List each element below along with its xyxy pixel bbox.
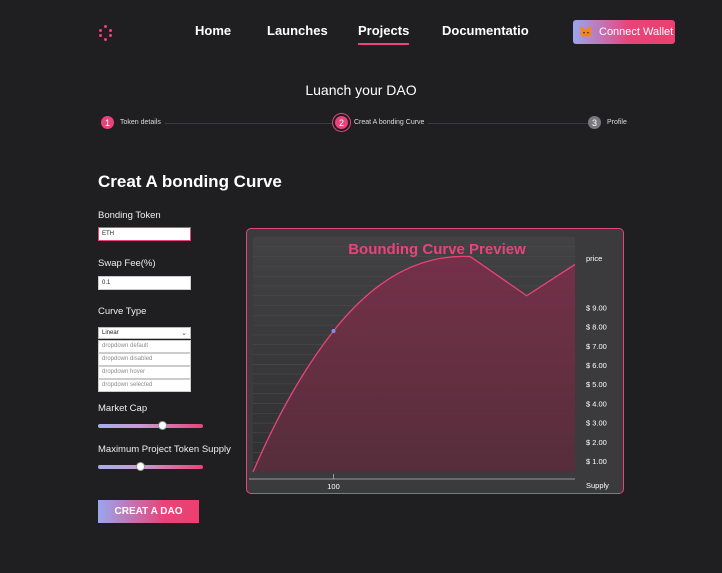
curve-type-value: Linear	[102, 330, 119, 336]
step-profile[interactable]: 3 Profile	[588, 116, 631, 129]
y-tick-label: $ 5.00	[586, 380, 607, 389]
nav-documentation[interactable]: Documentatio	[442, 23, 529, 38]
slider-thumb[interactable]	[136, 462, 146, 471]
step-token-details[interactable]: 1 Token details	[101, 116, 165, 129]
page-title: Luanch your DAO	[305, 82, 417, 98]
step-label: Token details	[120, 119, 161, 126]
curve-type-label: Curve Type	[98, 306, 147, 317]
dropdown-option[interactable]: dropdown selected	[98, 379, 191, 392]
section-title: Creat A bonding Curve	[98, 172, 282, 191]
step-label: Profile	[607, 119, 627, 126]
y-tick-label: $ 4.00	[586, 399, 607, 408]
bonding-token-input[interactable]: ETH	[98, 227, 191, 241]
dropdown-option[interactable]: dropdown disabled	[98, 353, 191, 366]
step-label: Creat A bonding Curve	[354, 119, 425, 126]
chart-title: Bounding Curve Preview	[348, 241, 526, 258]
swap-fee-input[interactable]: 0.1	[98, 276, 191, 290]
market-cap-label: Market Cap	[98, 403, 148, 414]
x-tick-label: 100	[327, 482, 340, 491]
bonding-curve-chart: Bounding Curve Preview price Supply 100 …	[246, 228, 624, 494]
nav-projects[interactable]: Projects	[358, 23, 410, 45]
chart-canvas: Bounding Curve Preview price Supply 100 …	[249, 237, 609, 491]
curve-type-select[interactable]: Linear ⌄	[98, 327, 191, 339]
x-axis-label: Supply	[586, 481, 609, 490]
step-number: 1	[101, 116, 114, 129]
y-tick-label: $ 6.00	[586, 361, 607, 370]
market-cap-slider[interactable]	[98, 421, 203, 430]
max-supply-label: Maximum Project Token Supply	[98, 444, 231, 455]
y-tick-label: $ 1.00	[586, 457, 607, 466]
create-dao-button[interactable]: CREAT A DAO	[98, 500, 199, 523]
y-axis-label: price	[586, 254, 602, 263]
y-tick-label: $ 9.00	[586, 303, 607, 312]
metamask-fox-icon	[580, 26, 592, 37]
logo-icon[interactable]	[98, 25, 114, 41]
chevron-down-icon: ⌄	[181, 330, 187, 337]
bonding-token-label: Bonding Token	[98, 210, 161, 221]
y-tick-label: $ 7.00	[586, 342, 607, 351]
step-number: 3	[588, 116, 601, 129]
highlight-point	[331, 329, 336, 333]
y-tick-label: $ 8.00	[586, 323, 607, 332]
step-bonding-curve[interactable]: 2 Creat A bonding Curve	[332, 116, 429, 129]
dropdown-option[interactable]: dropdown hover	[98, 366, 191, 379]
y-tick-label: $ 2.00	[586, 438, 607, 447]
max-supply-slider[interactable]	[98, 462, 203, 471]
nav-launches[interactable]: Launches	[267, 23, 328, 38]
step-number: 2	[335, 116, 348, 129]
y-tick-label: $ 3.00	[586, 419, 607, 428]
connect-wallet-label: Connect Wallet	[599, 26, 674, 38]
nav-home[interactable]: Home	[195, 23, 231, 38]
slider-thumb[interactable]	[158, 421, 168, 430]
swap-fee-label: Swap Fee(%)	[98, 258, 156, 269]
connect-wallet-button[interactable]: Connect Wallet	[573, 20, 675, 44]
dropdown-option[interactable]: dropdown default	[98, 340, 191, 353]
